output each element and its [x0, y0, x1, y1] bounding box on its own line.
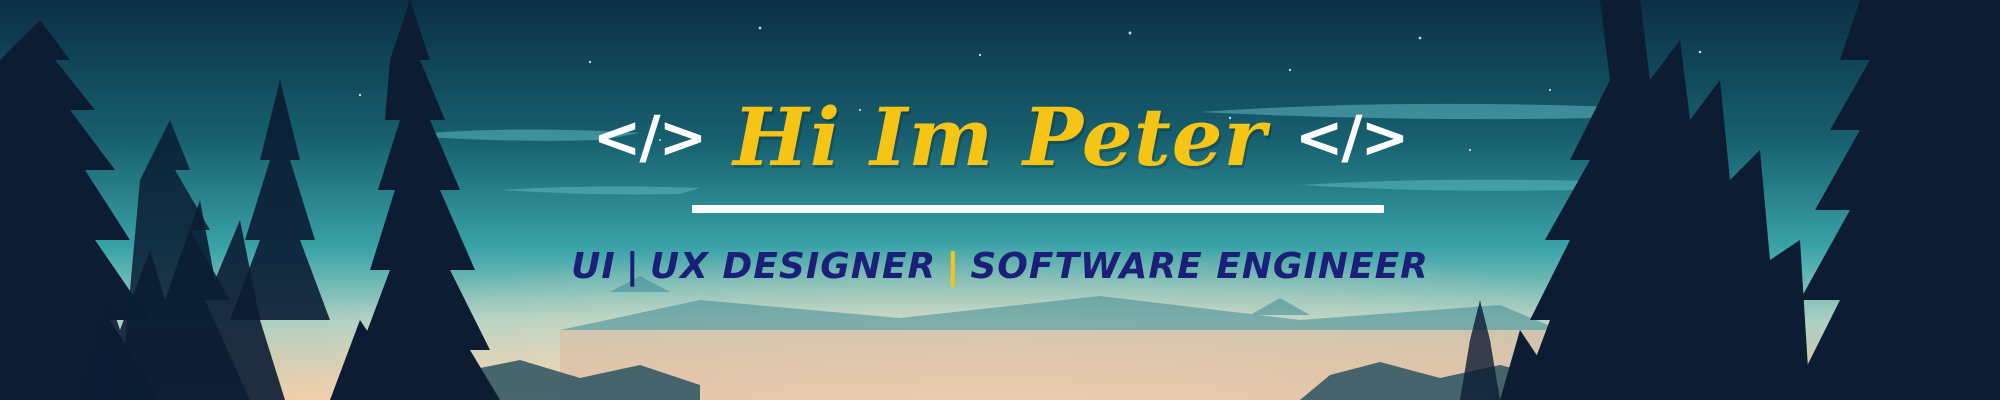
role-separator-accent: | — [946, 245, 961, 287]
greeting-title: Hi Im Peter — [733, 90, 1267, 184]
role-ui: UI — [571, 245, 616, 287]
role-subtitle: UI | UX DESIGNER | SOFTWARE ENGINEER — [0, 240, 2000, 292]
title-underline — [692, 205, 1384, 213]
role-software-engineer: SOFTWARE ENGINEER — [970, 245, 1429, 287]
forest-night-background — [0, 0, 2000, 400]
code-tag-close: </> — [1294, 103, 1409, 171]
code-tag-open: </> — [592, 103, 707, 171]
profile-banner: </> Hi Im Peter </> UI | UX DESIGNER | S… — [0, 0, 2000, 400]
headline: </> Hi Im Peter </> — [0, 90, 2000, 184]
role-separator: | — [625, 245, 640, 287]
role-ux-designer: UX DESIGNER — [649, 245, 937, 287]
